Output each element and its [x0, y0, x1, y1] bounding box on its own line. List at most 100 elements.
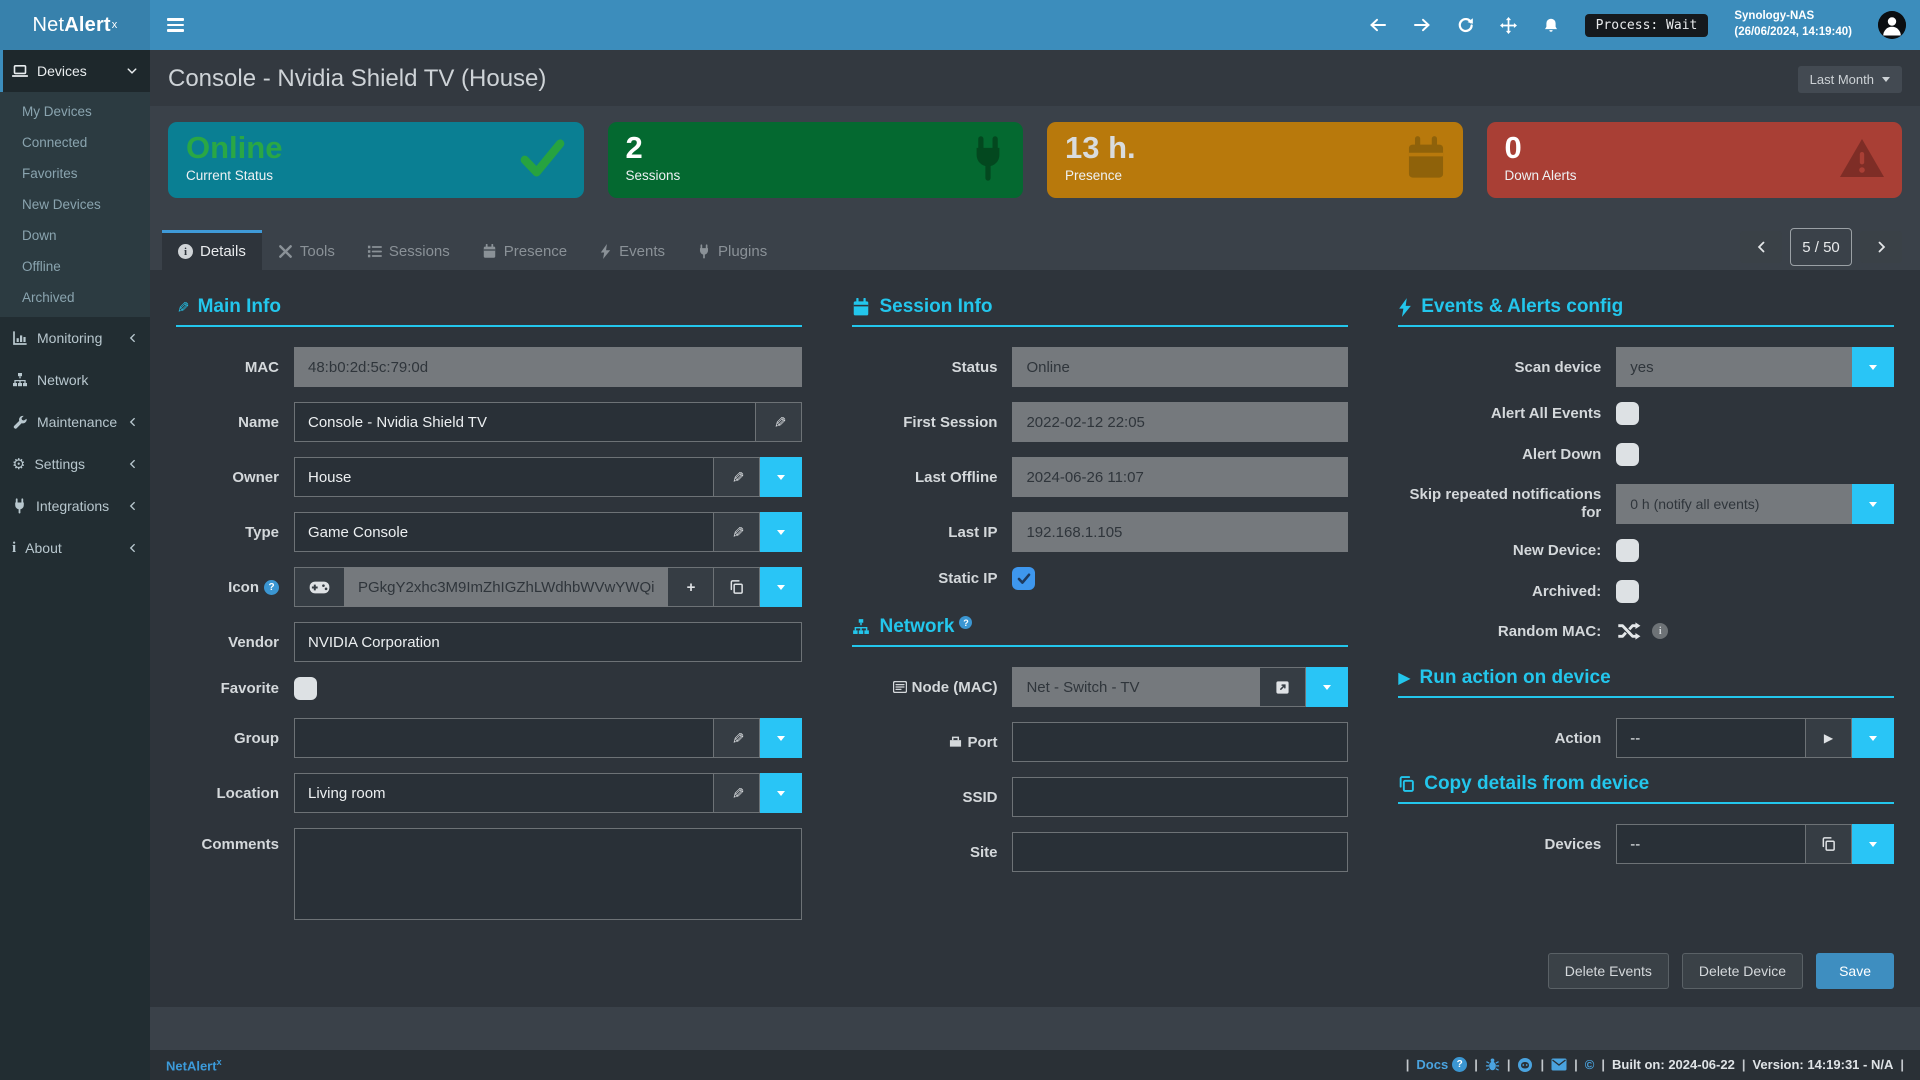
scan-device-select[interactable]: yes: [1616, 347, 1852, 387]
brand-bold: Alert: [64, 14, 111, 37]
down-alerts-value: 0: [1505, 130, 1887, 166]
forward-arrow-icon[interactable]: [1413, 17, 1431, 33]
skip-notifications-select[interactable]: 0 h (notify all events): [1616, 484, 1852, 524]
group-dropdown-button[interactable]: [760, 718, 802, 758]
app-logo[interactable]: NetAlertx: [0, 0, 150, 50]
node-dropdown-button[interactable]: [1306, 667, 1348, 707]
action-field[interactable]: --: [1616, 718, 1806, 758]
sidebar-item-new-devices[interactable]: New Devices: [0, 189, 150, 220]
ssid-field[interactable]: [1012, 777, 1348, 817]
type-field[interactable]: Game Console: [294, 512, 714, 552]
sidebar-item-settings[interactable]: ⚙ Settings: [0, 443, 150, 485]
sidebar-item-label: Monitoring: [37, 330, 118, 346]
edit-owner-button[interactable]: ✎: [714, 457, 760, 497]
back-arrow-icon[interactable]: [1369, 17, 1387, 33]
tab-sessions[interactable]: Sessions: [351, 230, 466, 270]
bug-report-link[interactable]: [1485, 1057, 1500, 1072]
sidebar-item-favorites[interactable]: Favorites: [0, 158, 150, 189]
tab-label: Events: [619, 243, 665, 260]
external-link-icon: [1275, 680, 1290, 695]
sidebar-toggle-icon[interactable]: [150, 0, 200, 50]
period-select[interactable]: Last Month: [1798, 66, 1902, 93]
favorite-checkbox[interactable]: [294, 677, 317, 700]
delete-device-button[interactable]: Delete Device: [1682, 953, 1803, 989]
footer-brand[interactable]: NetAlertx: [166, 1057, 222, 1073]
sidebar-item-devices[interactable]: Devices: [0, 50, 150, 92]
device-icon-preview-button[interactable]: [294, 567, 344, 607]
sidebar-item-about[interactable]: i About: [0, 527, 150, 569]
add-icon-button[interactable]: +: [668, 567, 714, 607]
refresh-icon[interactable]: [1457, 17, 1474, 34]
tab-presence[interactable]: Presence: [466, 230, 583, 270]
down-alerts-card[interactable]: 0 Down Alerts: [1487, 122, 1903, 198]
edit-type-button[interactable]: ✎: [714, 512, 760, 552]
sidebar-item-label: Settings: [34, 456, 118, 472]
sidebar-item-down[interactable]: Down: [0, 220, 150, 251]
copy-from-device-button[interactable]: [1806, 824, 1852, 864]
location-field[interactable]: Living room: [294, 773, 714, 813]
icon-dropdown-button[interactable]: [760, 567, 802, 607]
copy-devices-dropdown-button[interactable]: [1852, 824, 1894, 864]
new-device-checkbox[interactable]: [1616, 539, 1639, 562]
delete-events-button[interactable]: Delete Events: [1548, 953, 1669, 989]
owner-dropdown-button[interactable]: [760, 457, 802, 497]
copy-icon-button[interactable]: [714, 567, 760, 607]
github-link[interactable]: [1517, 1057, 1533, 1073]
edit-location-button[interactable]: ✎: [714, 773, 760, 813]
user-avatar[interactable]: [1878, 11, 1906, 39]
sidebar-item-archived[interactable]: Archived: [0, 282, 150, 313]
first-session-field: 2022-02-12 22:05: [1012, 402, 1348, 442]
current-status-card[interactable]: Online Current Status: [168, 122, 584, 198]
prev-device-button[interactable]: [1740, 231, 1782, 263]
comments-textarea[interactable]: [294, 828, 802, 920]
sidebar-item-my-devices[interactable]: My Devices: [0, 96, 150, 127]
scan-device-dropdown-button[interactable]: [1852, 347, 1894, 387]
sidebar-item-maintenance[interactable]: Maintenance: [0, 401, 150, 443]
run-action-button[interactable]: ▶: [1806, 718, 1852, 758]
port-field[interactable]: [1012, 722, 1348, 762]
edit-name-button[interactable]: ✎: [756, 402, 802, 442]
archived-checkbox[interactable]: [1616, 580, 1639, 603]
list-ol-icon: [367, 244, 382, 259]
site-field[interactable]: [1012, 832, 1348, 872]
email-link[interactable]: [1551, 1058, 1567, 1071]
port-row: Port: [852, 722, 1348, 762]
chevron-down-icon: [1869, 365, 1877, 370]
tab-tools[interactable]: Tools: [262, 230, 351, 270]
type-dropdown-button[interactable]: [760, 512, 802, 552]
sidebar-item-offline[interactable]: Offline: [0, 251, 150, 282]
sidebar-item-monitoring[interactable]: Monitoring: [0, 317, 150, 359]
action-dropdown-button[interactable]: [1852, 718, 1894, 758]
tab-events[interactable]: Events: [583, 230, 681, 270]
move-arrows-icon[interactable]: [1500, 17, 1517, 34]
location-dropdown-button[interactable]: [760, 773, 802, 813]
play-icon: ▶: [1824, 731, 1833, 745]
help-icon[interactable]: ?: [959, 616, 972, 629]
next-device-button[interactable]: [1860, 231, 1902, 263]
tab-plugins[interactable]: Plugins: [681, 230, 783, 270]
info-icon[interactable]: i: [1652, 623, 1668, 639]
alert-down-checkbox[interactable]: [1616, 443, 1639, 466]
sidebar-item-connected[interactable]: Connected: [0, 127, 150, 158]
owner-field[interactable]: House: [294, 457, 714, 497]
vendor-field[interactable]: NVIDIA Corporation: [294, 622, 802, 662]
sidebar-item-integrations[interactable]: Integrations: [0, 485, 150, 527]
save-button[interactable]: Save: [1816, 953, 1894, 989]
copy-devices-field[interactable]: --: [1616, 824, 1806, 864]
presence-card[interactable]: 13 h. Presence: [1047, 122, 1463, 198]
tab-details[interactable]: i Details: [162, 230, 262, 270]
skip-notifications-dropdown-button[interactable]: [1852, 484, 1894, 524]
sidebar-item-network[interactable]: Network: [0, 359, 150, 401]
help-icon[interactable]: ?: [264, 580, 279, 595]
name-field[interactable]: Console - Nvidia Shield TV: [294, 402, 756, 442]
open-node-button[interactable]: [1260, 667, 1306, 707]
docs-link[interactable]: Docs ?: [1416, 1057, 1467, 1072]
edit-group-button[interactable]: ✎: [714, 718, 760, 758]
ethernet-icon: [949, 736, 962, 748]
static-ip-checkbox[interactable]: [1012, 567, 1035, 590]
period-select-value: Last Month: [1810, 72, 1874, 87]
notifications-bell-icon[interactable]: [1543, 17, 1559, 34]
alert-all-events-checkbox[interactable]: [1616, 402, 1639, 425]
group-field[interactable]: [294, 718, 714, 758]
sessions-card[interactable]: 2 Sessions: [608, 122, 1024, 198]
